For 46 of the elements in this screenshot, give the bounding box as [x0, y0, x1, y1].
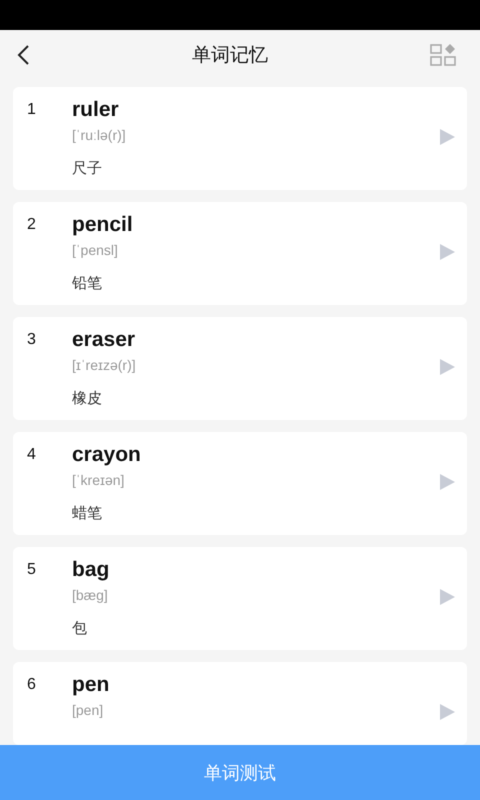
word-text: ruler [72, 97, 119, 123]
word-text: bag [72, 557, 110, 583]
play-icon [440, 704, 455, 720]
play-icon [440, 589, 455, 605]
word-text: crayon [72, 442, 141, 468]
phonetic-text: [pen] [72, 701, 104, 719]
word-card[interactable]: 4 crayon [ˈkreɪən] 蜡笔 [13, 432, 467, 535]
play-button[interactable] [440, 474, 455, 490]
word-number: 4 [27, 445, 37, 465]
word-text: pen [72, 672, 110, 698]
phonetic-text: [ɪˈreɪzə(r)] [72, 356, 136, 374]
play-button[interactable] [440, 244, 455, 260]
word-card[interactable]: 5 bag [bæg] 包 [13, 547, 467, 650]
play-icon [440, 359, 455, 375]
back-button[interactable] [16, 44, 30, 66]
word-number: 1 [27, 100, 37, 120]
meaning-text: 橡皮 [72, 389, 102, 409]
play-button[interactable] [440, 704, 455, 720]
grid-icon [430, 44, 458, 66]
word-number: 2 [27, 215, 37, 235]
word-number: 5 [27, 560, 37, 580]
meaning-text: 铅笔 [72, 274, 102, 294]
play-button[interactable] [440, 359, 455, 375]
word-text: eraser [72, 327, 136, 353]
word-number: 3 [27, 330, 37, 350]
word-card[interactable]: 2 pencil [ˈpensl] 铅笔 [13, 202, 467, 305]
play-icon [440, 244, 455, 260]
meaning-text: 包 [72, 619, 87, 639]
word-text: pencil [72, 212, 133, 238]
play-button[interactable] [440, 589, 455, 605]
word-card[interactable]: 1 ruler [ˈruːlə(r)] 尺子 [13, 87, 467, 190]
phonetic-text: [ˈpensl] [72, 241, 118, 259]
meaning-text: 蜡笔 [72, 504, 102, 524]
page-title: 单词记忆 [192, 44, 268, 68]
grid-button[interactable] [430, 44, 458, 66]
word-card[interactable]: 6 pen [pen] [13, 662, 467, 745]
play-icon [440, 474, 455, 490]
word-card[interactable]: 3 eraser [ɪˈreɪzə(r)] 橡皮 [13, 317, 467, 420]
play-icon [440, 129, 455, 145]
phonetic-text: [ˈkreɪən] [72, 471, 124, 489]
play-button[interactable] [440, 129, 455, 145]
phonetic-text: [bæg] [72, 586, 108, 604]
phonetic-text: [ˈruːlə(r)] [72, 126, 126, 144]
back-icon [16, 44, 30, 66]
meaning-text: 尺子 [72, 159, 102, 179]
word-number: 6 [27, 675, 37, 695]
